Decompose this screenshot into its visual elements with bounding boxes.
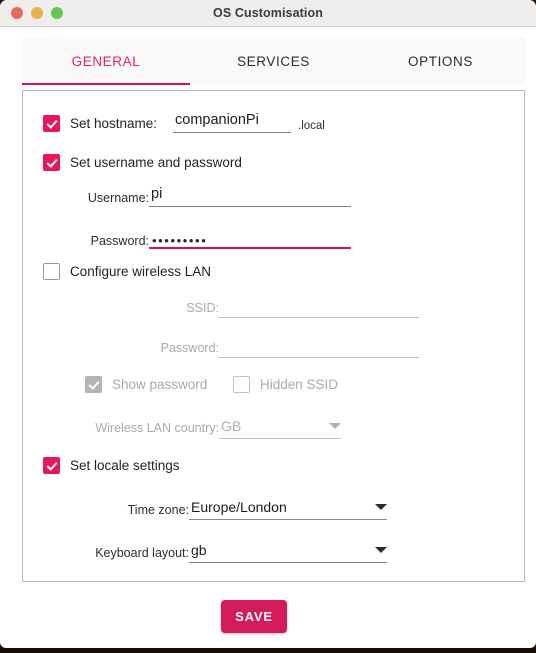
- chevron-down-icon: [329, 422, 341, 429]
- set-hostname-row[interactable]: Set hostname:: [43, 115, 157, 132]
- title-bar: OS Customisation: [0, 0, 536, 27]
- show-password-checkbox[interactable]: [85, 376, 102, 393]
- set-hostname-checkbox[interactable]: [43, 115, 60, 132]
- save-button[interactable]: SAVE: [221, 600, 287, 633]
- configure-wireless-row[interactable]: Configure wireless LAN: [43, 263, 211, 280]
- tab-bar: GENERAL SERVICES OPTIONS: [22, 37, 525, 85]
- tab-general[interactable]: GENERAL: [22, 37, 190, 85]
- wireless-password-label: Password:: [160, 341, 219, 355]
- configure-wireless-lan-checkbox[interactable]: [43, 263, 60, 280]
- hostname-suffix: .local: [298, 120, 325, 132]
- tab-bar-wrapper: GENERAL SERVICES OPTIONS: [0, 27, 536, 85]
- username-input[interactable]: [149, 183, 351, 207]
- hidden-ssid-row[interactable]: Hidden SSID: [233, 376, 338, 393]
- timezone-value: Europe/London: [191, 498, 287, 515]
- zoom-window-button[interactable]: [51, 7, 63, 19]
- wireless-country-value: GB: [221, 417, 242, 434]
- wireless-country-select[interactable]: GB: [219, 413, 341, 439]
- keyboard-layout-value: gb: [191, 541, 207, 558]
- tab-options[interactable]: OPTIONS: [357, 37, 524, 85]
- timezone-label: Time zone:: [127, 503, 189, 517]
- timezone-select[interactable]: Europe/London: [189, 494, 387, 520]
- hidden-ssid-checkbox[interactable]: [233, 376, 250, 393]
- username-label: Username:: [87, 191, 149, 205]
- wireless-country-label: Wireless LAN country:: [95, 421, 219, 435]
- tab-services[interactable]: SERVICES: [190, 37, 357, 85]
- set-locale-settings-label: Set locale settings: [70, 458, 180, 473]
- set-username-password-checkbox[interactable]: [43, 154, 60, 171]
- hidden-ssid-label: Hidden SSID: [260, 377, 339, 392]
- minimize-window-button[interactable]: [31, 7, 43, 19]
- show-password-label: Show password: [112, 377, 208, 392]
- password-input[interactable]: •••••••••: [149, 225, 351, 249]
- set-locale-row[interactable]: Set locale settings: [43, 457, 180, 474]
- set-hostname-label: Set hostname:: [70, 116, 158, 131]
- password-masked-value: •••••••••: [152, 233, 208, 248]
- keyboard-layout-label: Keyboard layout:: [95, 546, 189, 560]
- keyboard-layout-select[interactable]: gb: [189, 537, 387, 563]
- ssid-input[interactable]: [219, 294, 419, 318]
- window-title: OS Customisation: [213, 6, 323, 20]
- configure-wireless-lan-label: Configure wireless LAN: [70, 264, 212, 279]
- password-label: Password:: [90, 234, 149, 248]
- tab-options-label: OPTIONS: [408, 53, 473, 69]
- wireless-password-input[interactable]: [219, 334, 419, 358]
- traffic-lights: [11, 0, 63, 26]
- general-settings-panel: Set hostname: .local Set username and pa…: [22, 90, 525, 582]
- chevron-down-icon: [375, 546, 387, 553]
- tab-general-label: GENERAL: [71, 53, 141, 69]
- close-window-button[interactable]: [11, 7, 23, 19]
- set-username-password-label: Set username and password: [70, 155, 242, 170]
- set-user-row[interactable]: Set username and password: [43, 154, 242, 171]
- chevron-down-icon: [375, 503, 387, 510]
- show-password-row[interactable]: Show password: [85, 376, 207, 393]
- set-locale-settings-checkbox[interactable]: [43, 457, 60, 474]
- hostname-input[interactable]: [173, 109, 291, 133]
- tab-services-label: SERVICES: [237, 53, 310, 69]
- ssid-label: SSID:: [186, 301, 219, 315]
- os-customisation-window: OS Customisation GENERAL SERVICES OPTION…: [0, 0, 536, 648]
